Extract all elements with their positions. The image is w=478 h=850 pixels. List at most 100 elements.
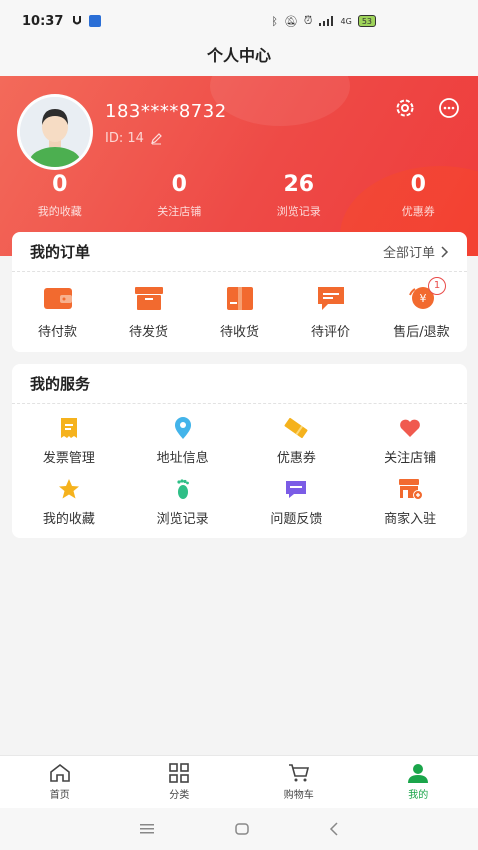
service-label: 关注店铺: [384, 451, 437, 466]
order-pending-review[interactable]: 待评价: [285, 285, 376, 340]
order-label: 待付款: [37, 324, 77, 340]
system-nav-bar: [0, 808, 478, 850]
tab-home[interactable]: 首页: [0, 756, 120, 808]
stat-label: 我的收藏: [37, 205, 82, 218]
battery-icon: 53: [357, 15, 376, 27]
tab-category[interactable]: 分类: [120, 756, 240, 808]
service-label: 浏览记录: [156, 512, 209, 527]
signal-icon: [318, 16, 333, 26]
tab-cart[interactable]: 购物车: [239, 756, 359, 808]
back-icon[interactable]: [329, 822, 339, 836]
service-address[interactable]: 地址信息: [126, 416, 240, 477]
stat-label: 优惠券: [401, 205, 435, 218]
feedback-icon: [286, 481, 307, 498]
avatar[interactable]: [17, 94, 93, 170]
service-label: 优惠券: [276, 451, 316, 466]
wallet-icon: [43, 287, 72, 309]
tab-label: 我的: [408, 790, 429, 801]
alarm-icon: ⏰︎: [303, 14, 313, 27]
edit-icon[interactable]: [150, 132, 163, 145]
stat-favorites[interactable]: 0 我的收藏: [0, 172, 120, 219]
services-title: 我的服务: [30, 375, 91, 393]
service-label: 我的收藏: [42, 512, 95, 527]
tab-mine[interactable]: 我的: [359, 756, 478, 808]
recent-apps-icon[interactable]: [139, 823, 155, 835]
tab-label: 购物车: [283, 790, 314, 801]
profile-header: 183****8732 ID: 14 0 我的收藏 0 关注店铺 26 浏览记录…: [0, 76, 478, 256]
message-icon[interactable]: [437, 96, 461, 120]
stat-value: 26: [283, 172, 315, 197]
stat-label: 浏览记录: [276, 205, 321, 218]
orders-title: 我的订单: [30, 243, 91, 261]
service-feedback[interactable]: 问题反馈: [240, 477, 354, 538]
service-history[interactable]: 浏览记录: [126, 477, 240, 538]
mute-icon: 🔕︎: [283, 14, 298, 28]
stat-history[interactable]: 26 浏览记录: [239, 172, 359, 219]
settings-icon[interactable]: [393, 96, 417, 120]
coupon-icon: [284, 417, 308, 439]
order-pending-payment[interactable]: 待付款: [12, 285, 103, 340]
order-label: 待发货: [128, 324, 168, 340]
star-icon: [58, 479, 79, 499]
refund-badge: 1: [428, 276, 446, 295]
chevron-right-icon: [441, 245, 449, 258]
service-coupons[interactable]: 优惠券: [240, 416, 354, 477]
order-label: 售后/退款: [393, 324, 450, 340]
stat-value: 0: [52, 172, 68, 197]
user-id-row: ID: 14: [105, 131, 163, 146]
bluetooth-icon: ᛒ: [271, 14, 278, 28]
orders-card: 我的订单 全部订单 待付款 待发货 待收货 待评价 1 ¥ 售后/退款: [12, 232, 467, 352]
order-status-row: 待付款 待发货 待收货 待评价 1 ¥ 售后/退款: [12, 272, 467, 352]
footprint-icon: [177, 479, 189, 499]
decorative-blob: [210, 76, 350, 126]
app-badge-icon: [89, 15, 102, 27]
service-label: 地址信息: [156, 451, 209, 466]
svg-text:¥: ¥: [419, 292, 426, 305]
order-after-sales[interactable]: 1 ¥ 售后/退款: [376, 276, 467, 340]
stat-label: 关注店铺: [157, 205, 202, 218]
user-icon: [408, 764, 429, 783]
default-avatar-icon: [20, 97, 90, 167]
user-phone: 183****8732: [105, 101, 227, 122]
services-header: 我的服务: [12, 364, 467, 404]
orders-header: 我的订单 全部订单: [12, 232, 467, 272]
order-pending-shipment[interactable]: 待发货: [103, 285, 194, 340]
all-orders-link[interactable]: 全部订单: [383, 242, 449, 261]
home-button-icon[interactable]: [234, 822, 250, 836]
tab-label: 分类: [169, 790, 190, 801]
network-label: 4G: [340, 16, 352, 26]
order-label: 待评价: [310, 324, 350, 340]
service-label: 发票管理: [42, 451, 95, 466]
service-merchant-join[interactable]: 商家入驻: [353, 477, 467, 538]
status-left-icons: [71, 15, 102, 27]
stat-value: 0: [410, 172, 426, 197]
user-id: ID: 14: [105, 131, 144, 146]
all-orders-label: 全部订单: [382, 246, 435, 261]
battery-level: 53: [361, 16, 372, 26]
service-followed-shops[interactable]: 关注店铺: [353, 416, 467, 477]
service-invoice[interactable]: 发票管理: [12, 416, 126, 477]
store-icon: [399, 479, 424, 500]
page-title: 个人中心: [0, 42, 478, 76]
status-bar: 10:37 ᛒ 🔕︎ ⏰︎ 4G 53: [0, 0, 478, 42]
services-card: 我的服务 发票管理 地址信息 优惠券 关注店铺 我的收藏 浏览记录 问题反馈 商…: [12, 364, 467, 538]
heart-icon: [400, 419, 421, 437]
status-time: 10:37: [22, 13, 64, 29]
stat-followed-shops[interactable]: 0 关注店铺: [120, 172, 240, 219]
comment-icon: [317, 286, 344, 310]
box-icon: [134, 286, 163, 310]
grid-icon: [169, 763, 190, 783]
location-icon: [174, 417, 191, 439]
stat-coupons[interactable]: 0 优惠券: [359, 172, 478, 219]
app-notification-icon: [73, 16, 82, 25]
invoice-icon: [60, 418, 77, 438]
home-icon: [49, 763, 70, 782]
stat-value: 0: [171, 172, 187, 197]
services-grid: 发票管理 地址信息 优惠券 关注店铺 我的收藏 浏览记录 问题反馈 商家入驻: [12, 404, 467, 538]
order-pending-receipt[interactable]: 待收货: [194, 285, 285, 340]
service-label: 商家入驻: [384, 512, 437, 527]
service-favorites[interactable]: 我的收藏: [12, 477, 126, 538]
package-icon: [226, 286, 253, 310]
status-right-icons: ᛒ 🔕︎ ⏰︎ 4G 53: [271, 14, 376, 28]
bottom-tabbar: 首页 分类 购物车 我的: [0, 755, 478, 808]
